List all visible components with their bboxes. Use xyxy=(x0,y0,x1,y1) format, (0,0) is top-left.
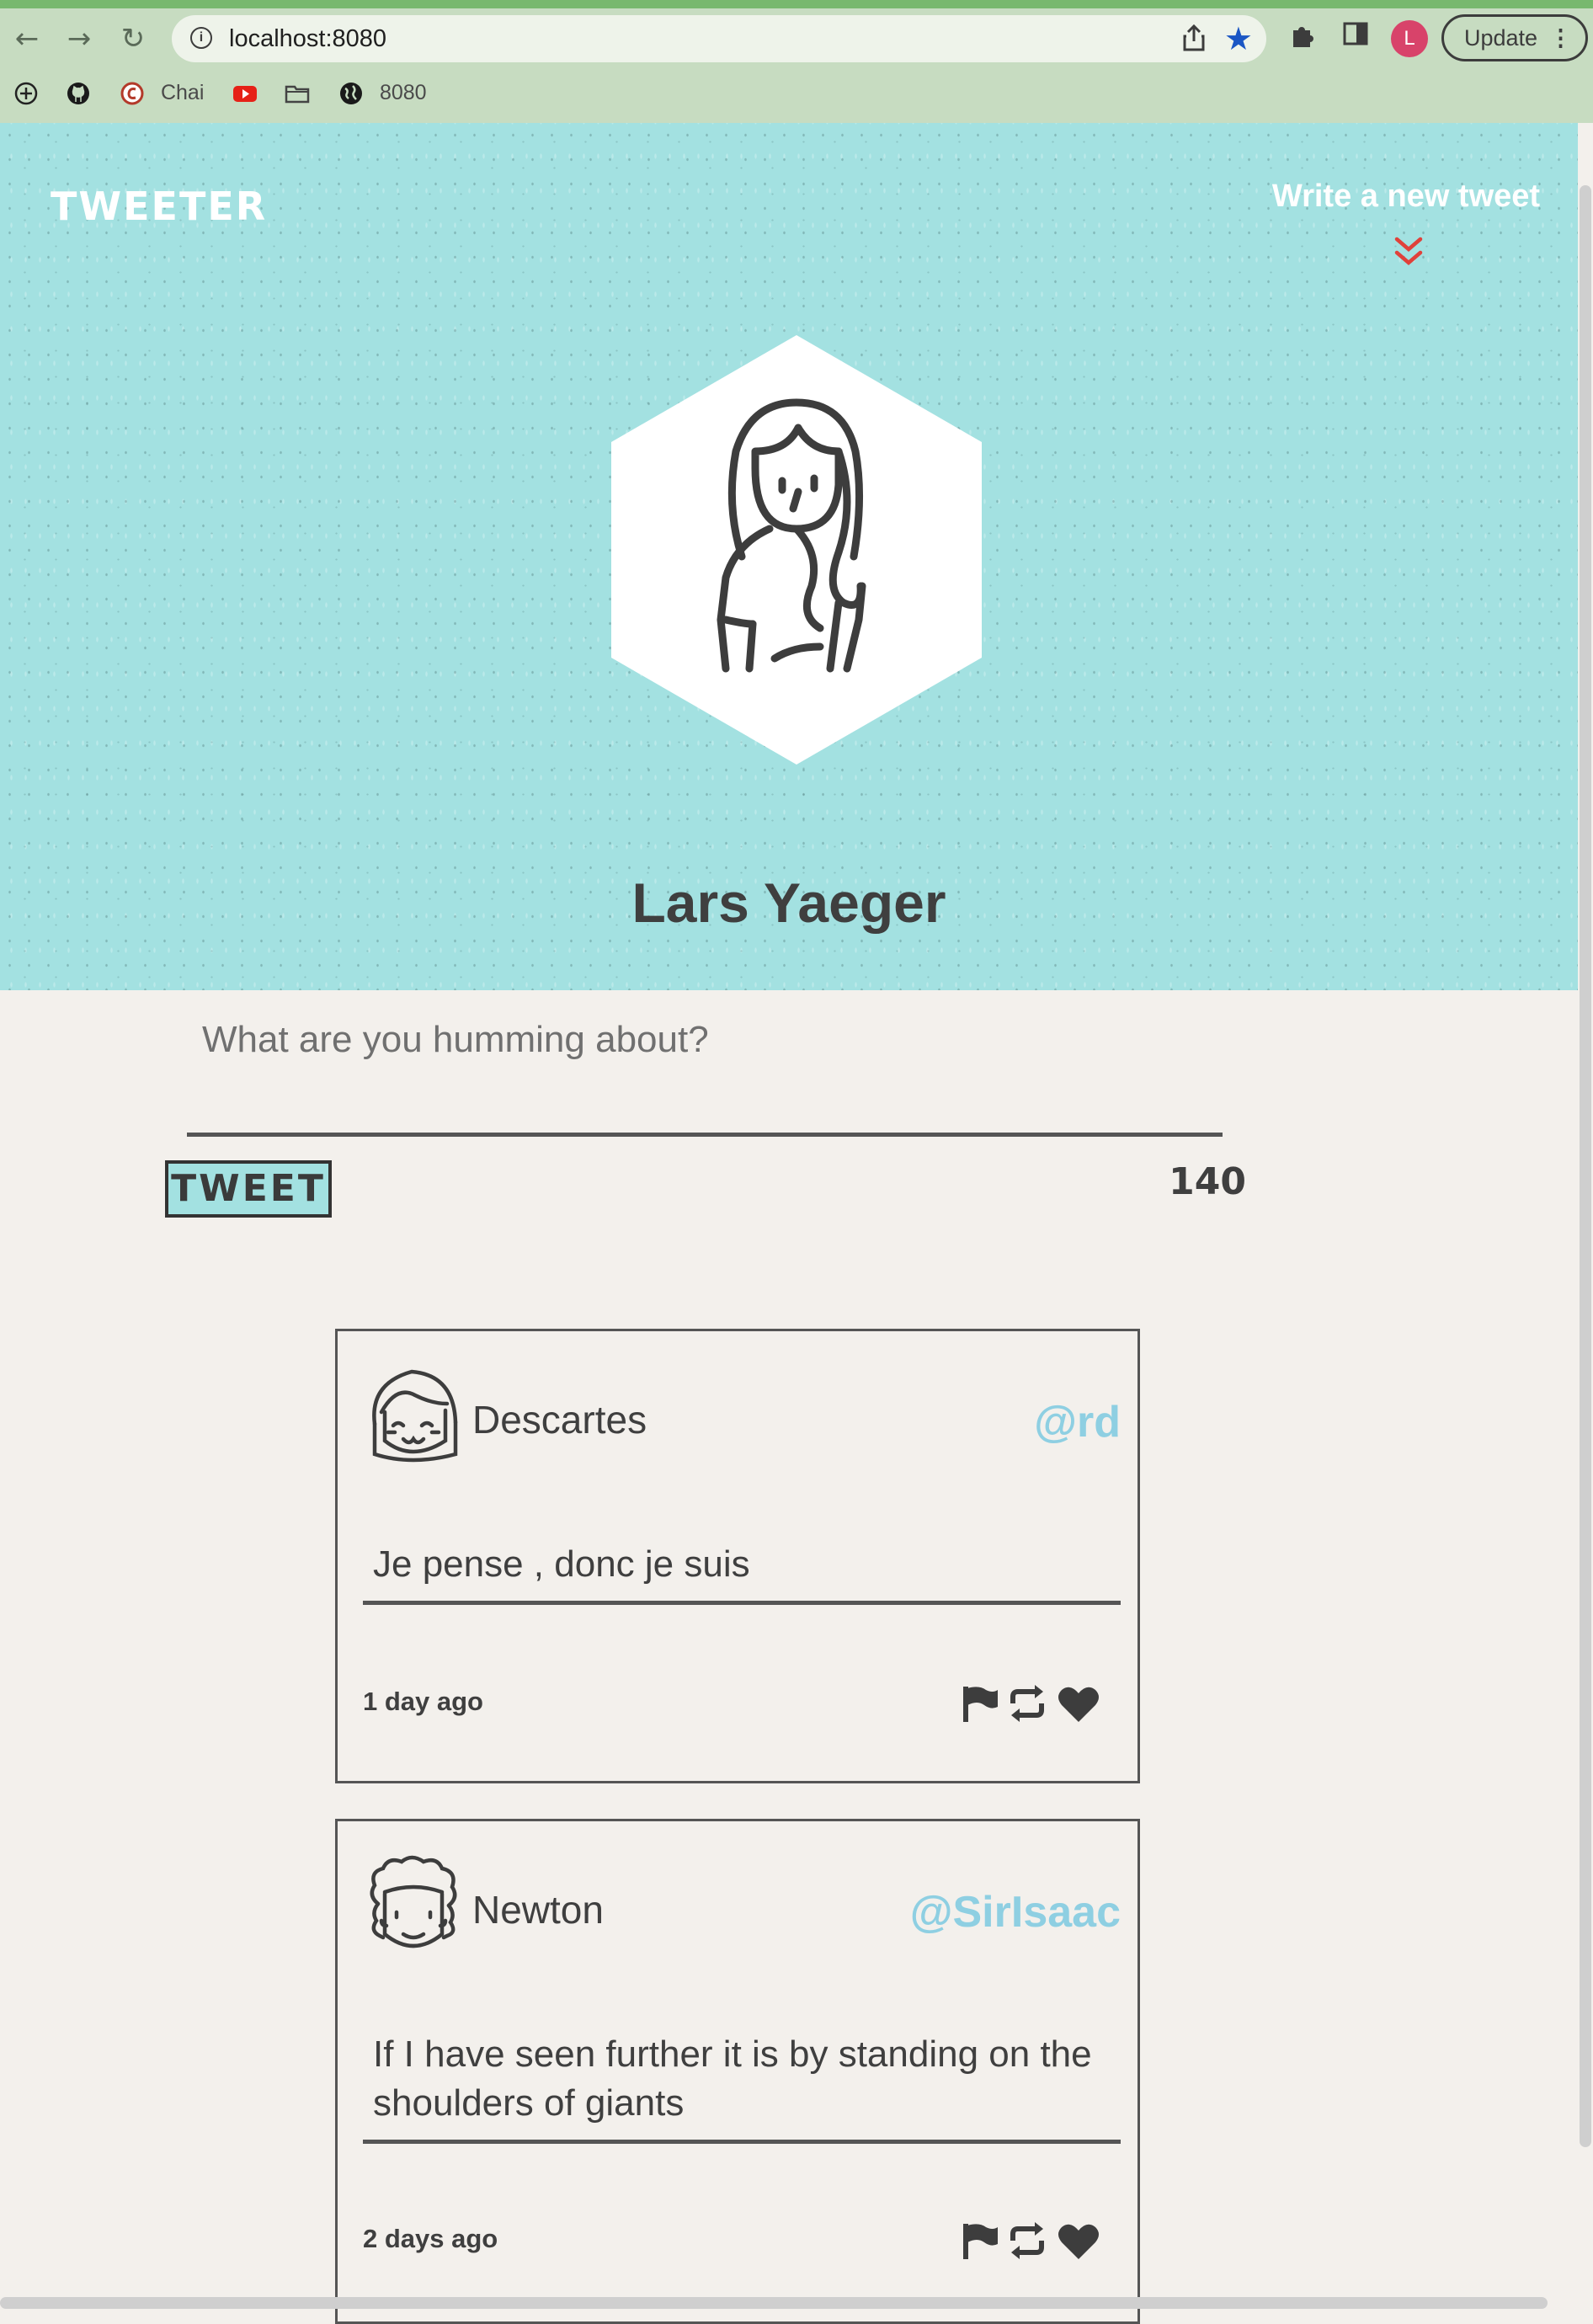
vertical-scrollbar[interactable] xyxy=(1580,185,1591,2147)
chai-icon xyxy=(120,82,144,105)
bookmark-8080[interactable]: 8080 xyxy=(338,76,427,109)
bookmark-youtube[interactable] xyxy=(232,76,268,109)
retweet-icon[interactable] xyxy=(1006,2220,1048,2265)
tweet-author-handle[interactable]: @SirIsaac xyxy=(910,1887,1121,1938)
brand-logo[interactable]: TWEETER xyxy=(51,184,267,229)
tweet-text: If I have seen further it is by standing… xyxy=(373,2034,1092,2124)
tweet-author-name: Descartes xyxy=(472,1398,647,1442)
tweet-card: Newton @SirIsaac If I have seen further … xyxy=(335,1819,1140,2324)
heart-icon[interactable] xyxy=(1057,2220,1100,2265)
extensions-icon[interactable] xyxy=(1288,20,1317,56)
youtube-icon xyxy=(233,86,257,103)
bookmark-star-icon[interactable]: ★ xyxy=(1224,20,1253,58)
write-new-tweet-link[interactable]: Write a new tweet xyxy=(1263,179,1549,215)
tweet-actions xyxy=(961,1683,1100,1725)
retweet-icon[interactable] xyxy=(1006,1683,1048,1728)
bookmark-github[interactable] xyxy=(66,76,101,109)
profile-header: TWEETER Write a new tweet Lars Yaeger xyxy=(0,123,1578,990)
tweet-content: If I have seen further it is by standing… xyxy=(363,2030,1121,2144)
back-icon[interactable]: ← xyxy=(8,20,45,57)
reload-icon[interactable]: ↻ xyxy=(115,20,152,57)
character-counter: 140 xyxy=(1169,1160,1246,1203)
heart-icon[interactable] xyxy=(1057,1683,1100,1728)
bookmark-label: 8080 xyxy=(379,81,427,104)
tweet-card: Descartes @rd Je pense , donc je suis 1 … xyxy=(335,1329,1140,1783)
tweet-author-handle[interactable]: @rd xyxy=(1034,1397,1121,1447)
flag-icon[interactable] xyxy=(961,2220,999,2265)
tweet-timestamp: 1 day ago xyxy=(363,1687,483,1716)
profile-avatar-hexagon xyxy=(611,335,982,765)
globe-icon xyxy=(340,83,362,105)
share-icon[interactable] xyxy=(1182,24,1206,59)
double-chevron-down-icon[interactable] xyxy=(1393,234,1424,271)
tweet-actions xyxy=(961,2220,1100,2263)
loading-bar xyxy=(0,0,1593,8)
browser-chrome: ← → ↻ i localhost:8080 ★ L Update ⋮ Chai xyxy=(0,0,1593,123)
folder-icon xyxy=(285,86,310,104)
add-circle-icon xyxy=(14,83,38,105)
profile-avatar[interactable]: L xyxy=(1391,20,1428,57)
menu-dots-icon[interactable]: ⋮ xyxy=(1549,17,1572,59)
profile-name: Lars Yaeger xyxy=(631,872,946,934)
tweet-author-name: Newton xyxy=(472,1888,604,1932)
horizontal-scrollbar[interactable] xyxy=(0,2297,1548,2309)
url-text[interactable]: localhost:8080 xyxy=(229,25,386,53)
bookmark-add[interactable] xyxy=(13,76,49,109)
bookmark-label: Chai xyxy=(160,81,205,104)
curly-hair-avatar-icon xyxy=(370,1855,457,1948)
girl-avatar-icon xyxy=(372,1369,458,1463)
update-label: Update xyxy=(1464,25,1538,51)
tweet-text: Je pense , donc je suis xyxy=(373,1543,750,1585)
tweet-input[interactable] xyxy=(187,1010,1223,1137)
side-panel-icon[interactable] xyxy=(1342,20,1369,54)
address-bar[interactable]: i localhost:8080 ★ xyxy=(172,15,1266,62)
site-info-icon[interactable]: i xyxy=(190,27,212,49)
forward-icon[interactable]: → xyxy=(61,20,98,57)
tweet-content: Je pense , donc je suis xyxy=(363,1540,1121,1605)
tweet-button[interactable]: TWEET xyxy=(165,1160,332,1218)
update-button[interactable]: Update ⋮ xyxy=(1441,14,1588,61)
bookmark-chai[interactable]: Chai xyxy=(120,76,204,109)
bookmark-folder[interactable] xyxy=(285,76,320,109)
github-icon xyxy=(67,83,89,105)
flag-icon[interactable] xyxy=(961,1683,999,1728)
tweet-timestamp: 2 days ago xyxy=(363,2224,498,2253)
